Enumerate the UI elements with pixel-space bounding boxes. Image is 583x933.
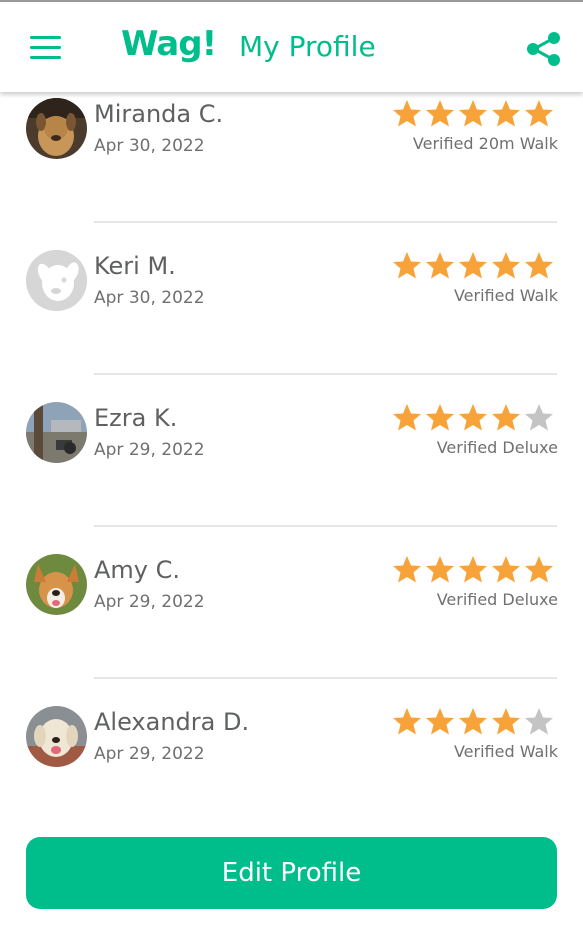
service-type: Verified Deluxe [436,590,558,609]
reviews-list[interactable]: Miranda C. Apr 30, 2022 Verified 20m Wal… [0,92,583,812]
divider [94,373,557,375]
star-filled-icon [426,708,454,735]
star-filled-icon [492,100,520,127]
star-filled-icon [492,556,520,583]
reviewer-name: Amy C. [94,556,181,584]
review-date: Apr 30, 2022 [94,136,205,156]
star-rating [392,251,554,279]
star-filled-icon [393,100,421,127]
star-filled-icon [525,252,553,279]
reviewer-avatar [26,250,87,311]
star-filled-icon [525,556,553,583]
star-rating [392,403,554,431]
reviewer-avatar [26,98,87,159]
star-filled-icon [426,100,454,127]
star-filled-icon [525,100,553,127]
star-rating [392,99,554,127]
star-filled-icon [393,252,421,279]
star-filled-icon [459,100,487,127]
reviewer-name: Ezra K. [94,404,178,432]
app-bar: Wag! My Profile [0,2,583,92]
hamburger-menu-icon[interactable] [30,36,61,60]
divider [94,525,557,527]
star-filled-icon [459,708,487,735]
star-filled-icon [393,708,421,735]
reviewer-name: Miranda C. [94,100,224,128]
edit-profile-button[interactable]: Edit Profile [26,837,557,909]
service-type: Verified Walk [453,286,558,305]
service-type: Verified 20m Walk [412,134,558,153]
star-empty-icon [525,404,553,431]
star-filled-icon [459,556,487,583]
star-rating [392,555,554,583]
star-empty-icon [525,708,553,735]
reviewer-name: Keri M. [94,252,176,280]
reviewer-avatar [26,402,87,463]
review-item: Miranda C. Apr 30, 2022 Verified 20m Wal… [0,92,583,244]
service-type: Verified Walk [453,742,558,761]
star-filled-icon [426,252,454,279]
service-type: Verified Deluxe [436,438,558,457]
review-date: Apr 29, 2022 [94,592,205,612]
star-filled-icon [426,404,454,431]
star-filled-icon [393,404,421,431]
star-rating [392,707,554,735]
reviewer-avatar [26,554,87,615]
page-title: My Profile [239,30,376,63]
divider [94,221,557,223]
review-item: Alexandra D. Apr 29, 2022 Verified Walk [0,700,583,812]
star-filled-icon [459,404,487,431]
reviewer-name: Alexandra D. [94,708,250,736]
star-filled-icon [492,708,520,735]
review-date: Apr 29, 2022 [94,440,205,460]
review-item: Ezra K. Apr 29, 2022 Verified Deluxe [0,396,583,548]
reviewer-avatar [26,706,87,767]
share-icon[interactable] [524,31,564,67]
star-filled-icon [492,252,520,279]
divider [94,677,557,679]
review-date: Apr 30, 2022 [94,288,205,308]
star-filled-icon [459,252,487,279]
review-date: Apr 29, 2022 [94,744,205,764]
review-item: Keri M. Apr 30, 2022 Verified Walk [0,244,583,396]
star-filled-icon [492,404,520,431]
review-item: Amy C. Apr 29, 2022 Verified Deluxe [0,548,583,700]
wag-logo: Wag! [121,24,217,64]
star-filled-icon [393,556,421,583]
star-filled-icon [426,556,454,583]
